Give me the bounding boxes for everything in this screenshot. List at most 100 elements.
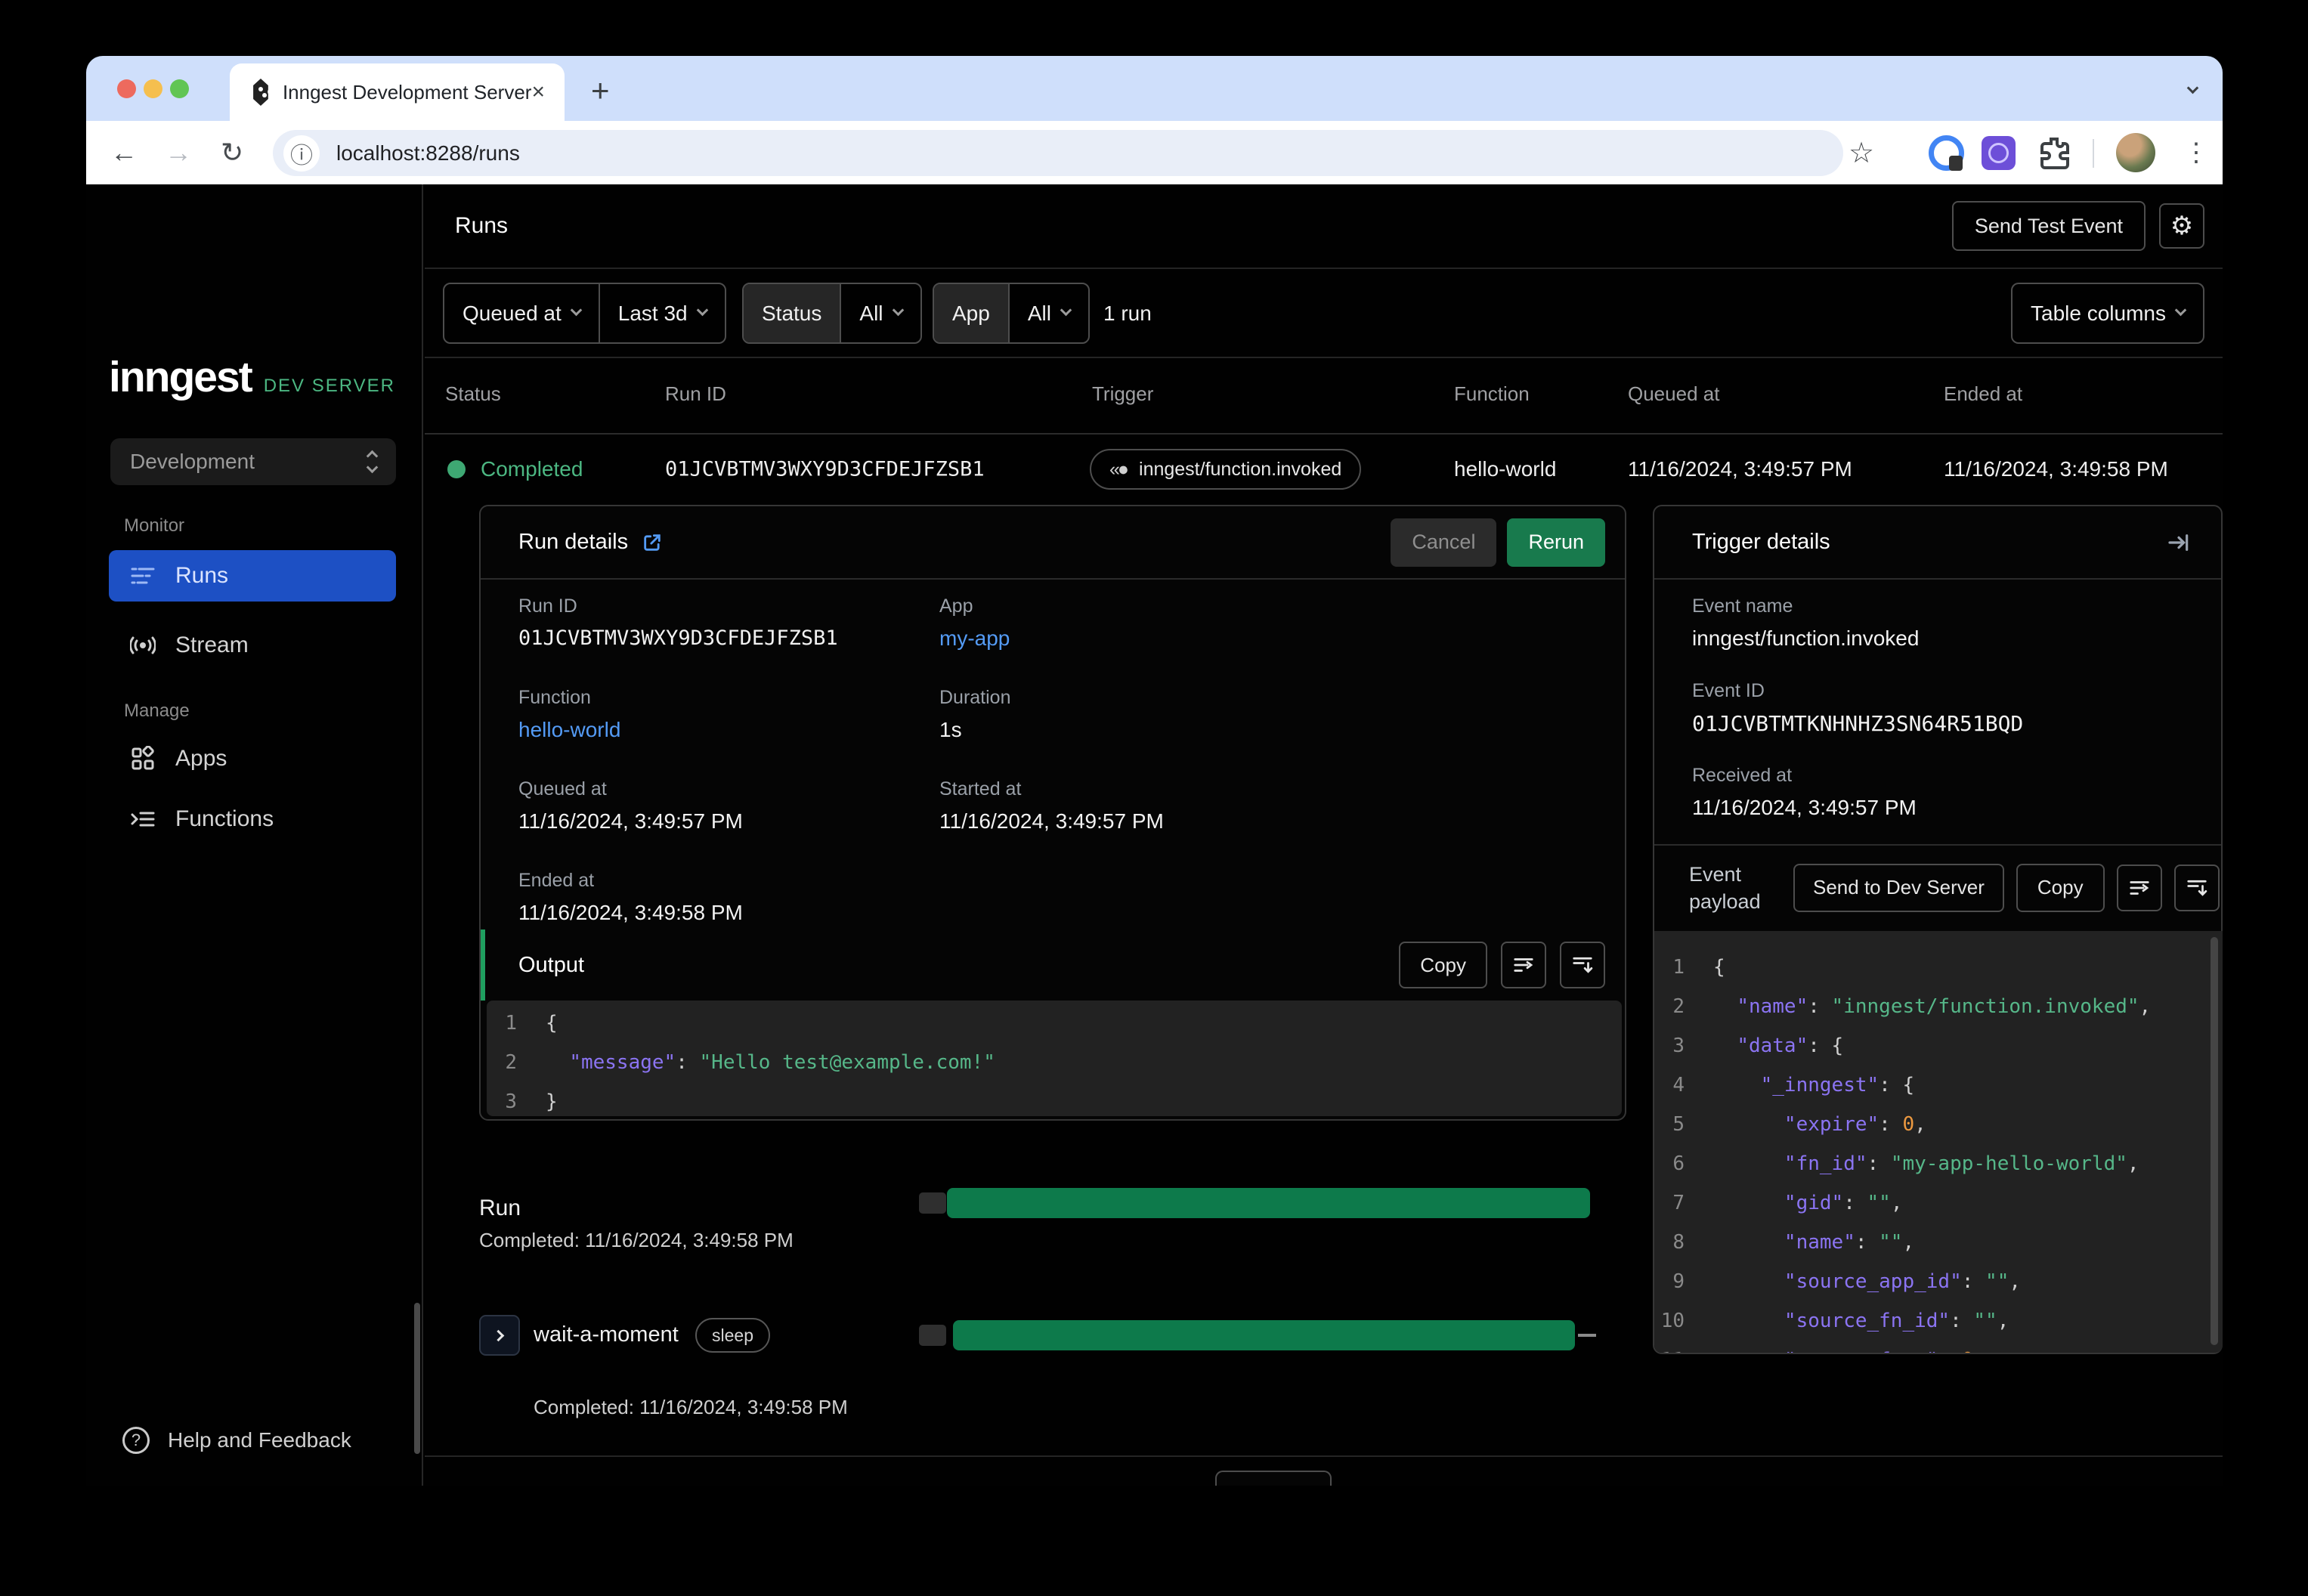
sidebar: inngest DEV SERVER Development Monitor R…: [86, 184, 423, 1486]
run-timeline-bar[interactable]: [947, 1188, 1590, 1218]
app-link[interactable]: my-app: [939, 626, 1592, 651]
sidebar-item-stream[interactable]: Stream: [109, 620, 396, 671]
sidebar-item-label: Runs: [175, 563, 229, 588]
monitor-section-label: Monitor: [124, 515, 185, 536]
apps-icon: [130, 746, 156, 772]
app-filter-value[interactable]: All: [1007, 284, 1088, 342]
run-completed-text: Completed: 11/16/2024, 3:49:58 PM: [479, 1229, 794, 1251]
chevron-down-icon: [570, 304, 583, 317]
column-header: Run ID: [665, 382, 726, 405]
chevron-down-icon: [1060, 304, 1072, 317]
settings-gear-button[interactable]: ⚙: [2159, 203, 2204, 249]
timeline-footer-divider: [425, 1455, 2223, 1457]
sidebar-item-label: Stream: [175, 633, 249, 657]
output-title: Output: [518, 952, 585, 977]
output-code[interactable]: 1{2 "message": "Hello test@example.com!"…: [487, 1001, 1622, 1116]
send-test-event-button[interactable]: Send Test Event: [1951, 201, 2146, 251]
field-duration: Duration 1s: [939, 687, 1011, 741]
run-table-row[interactable]: Completed 01JCVBTMV3WXY9D3CFDEJFZSB1 «● i…: [425, 436, 2223, 503]
app-filter-label: App: [934, 284, 1008, 342]
column-header: Queued at: [1628, 382, 1720, 405]
run-details-fields: Run ID 01JCVBTMV3WXY9D3CFDEJFZSB1 App my-a…: [518, 595, 1592, 925]
help-label: Help and Feedback: [168, 1428, 351, 1452]
code-line: 2 "name": "inngest/function.invoked",: [1672, 995, 2152, 1018]
code-line: 1{: [505, 1012, 558, 1035]
environment-name: Development: [130, 450, 255, 473]
column-header: Status: [445, 382, 501, 405]
runs-icon: [130, 563, 156, 589]
scroll-to-bottom-icon[interactable]: [2173, 864, 2220, 911]
ended-at-cell: 11/16/2024, 3:49:58 PM: [1944, 457, 2168, 481]
scroll-to-bottom-icon[interactable]: [1560, 942, 1605, 988]
traffic-light-zoom[interactable]: [170, 79, 189, 98]
trigger-details-title: Trigger details: [1692, 530, 1830, 554]
load-more-button-partial[interactable]: [1215, 1471, 1332, 1486]
time-filter[interactable]: Queued at Last 3d: [443, 283, 726, 344]
code-line: 11 "source_fn_v": 0,: [1654, 1341, 2223, 1353]
profile-avatar[interactable]: [2116, 133, 2155, 172]
bookmark-star-icon[interactable]: ☆: [1849, 121, 1874, 184]
browser-tab[interactable]: Inngest Development Server ×: [230, 63, 565, 121]
browser-menu-dots-icon[interactable]: ⋮: [2183, 121, 2209, 184]
main-content: Runs Send Test Event ⚙ Queued at Last 3d…: [425, 184, 2223, 1486]
table-columns-button[interactable]: Table columns: [2011, 283, 2204, 344]
back-icon[interactable]: ←: [110, 121, 138, 184]
address-bar[interactable]: ⓘ localhost:8288/runs: [273, 130, 1843, 176]
password-lock-badge-icon: [1949, 156, 1963, 171]
site-info-icon[interactable]: ⓘ: [283, 135, 320, 172]
app-filter[interactable]: App All: [933, 283, 1090, 344]
rerun-button[interactable]: Rerun: [1507, 518, 1605, 567]
code-line: 4 "_inngest": {: [1672, 1074, 1915, 1096]
environment-selector[interactable]: Development: [110, 438, 396, 485]
step-kind-badge: sleep: [695, 1318, 770, 1353]
event-icon: «●: [1109, 458, 1129, 480]
event-payload-code[interactable]: 1{2 "name": "inngest/function.invoked", 3…: [1654, 931, 2223, 1353]
copy-output-button[interactable]: Copy: [1399, 942, 1487, 988]
step-timeline-bar[interactable]: [953, 1320, 1575, 1350]
page-header: Runs Send Test Event ⚙: [425, 184, 2223, 269]
browser-tabstrip: Inngest Development Server × +: [86, 56, 2223, 121]
status-dot: [447, 460, 466, 478]
sidebar-item-label: Apps: [175, 746, 227, 771]
time-range-segment[interactable]: Last 3d: [598, 284, 725, 342]
payload-scrollbar[interactable]: [2211, 937, 2218, 1345]
extensions-puzzle-icon[interactable]: [2036, 135, 2072, 171]
status-filter-value[interactable]: All: [840, 284, 920, 342]
code-line: 7 "gid": "",: [1672, 1192, 1903, 1214]
step-name: wait-a-moment: [534, 1322, 679, 1347]
status-filter[interactable]: Status All: [742, 283, 922, 344]
trigger-badge[interactable]: «● inngest/function.invoked: [1090, 449, 1362, 490]
time-field-segment[interactable]: Queued at: [444, 284, 599, 342]
field-received-at: Received at 11/16/2024, 3:49:57 PM: [1692, 765, 1917, 819]
sidebar-item-apps[interactable]: Apps: [109, 733, 396, 784]
sidebar-item-functions[interactable]: Functions: [109, 793, 396, 845]
code-line: 9 "source_app_id": "",: [1672, 1270, 2022, 1293]
traffic-light-minimize[interactable]: [144, 79, 162, 98]
code-line: 3 "data": {: [1672, 1035, 1844, 1057]
field-event-id: Event ID 01JCVBTMTKNHNHZ3SN64R51BQD: [1692, 680, 2024, 736]
send-to-dev-server-button[interactable]: Send to Dev Server: [1793, 863, 2004, 912]
code-line: 3}: [505, 1090, 558, 1113]
traffic-light-close[interactable]: [117, 79, 136, 98]
copy-payload-button[interactable]: Copy: [2016, 863, 2105, 912]
forward-icon[interactable]: →: [165, 121, 192, 184]
external-link-icon[interactable]: [642, 532, 663, 553]
sidebar-scrollbar-thumb[interactable]: [414, 1303, 420, 1454]
new-tab-button[interactable]: +: [591, 73, 610, 109]
field-function: Function hello-world: [518, 687, 939, 742]
word-wrap-icon[interactable]: [2116, 864, 2162, 911]
tab-search-chevron-icon[interactable]: [2177, 73, 2208, 105]
cancel-button[interactable]: Cancel: [1391, 518, 1497, 567]
function-link[interactable]: hello-world: [518, 718, 939, 742]
purple-extension-icon[interactable]: [1982, 136, 2016, 170]
collapse-panel-icon[interactable]: [2167, 530, 2191, 555]
expand-step-button[interactable]: [479, 1315, 520, 1356]
timeline-run-label: Run: [479, 1195, 521, 1220]
tab-close-icon[interactable]: ×: [531, 79, 545, 105]
url-text[interactable]: localhost:8288/runs: [336, 141, 520, 165]
sidebar-item-runs[interactable]: Runs: [109, 550, 396, 602]
reload-icon[interactable]: ↻: [221, 121, 243, 184]
field-app: App my-app: [939, 595, 1592, 651]
word-wrap-icon[interactable]: [1501, 942, 1546, 988]
help-and-feedback[interactable]: ? Help and Feedback: [122, 1427, 351, 1454]
